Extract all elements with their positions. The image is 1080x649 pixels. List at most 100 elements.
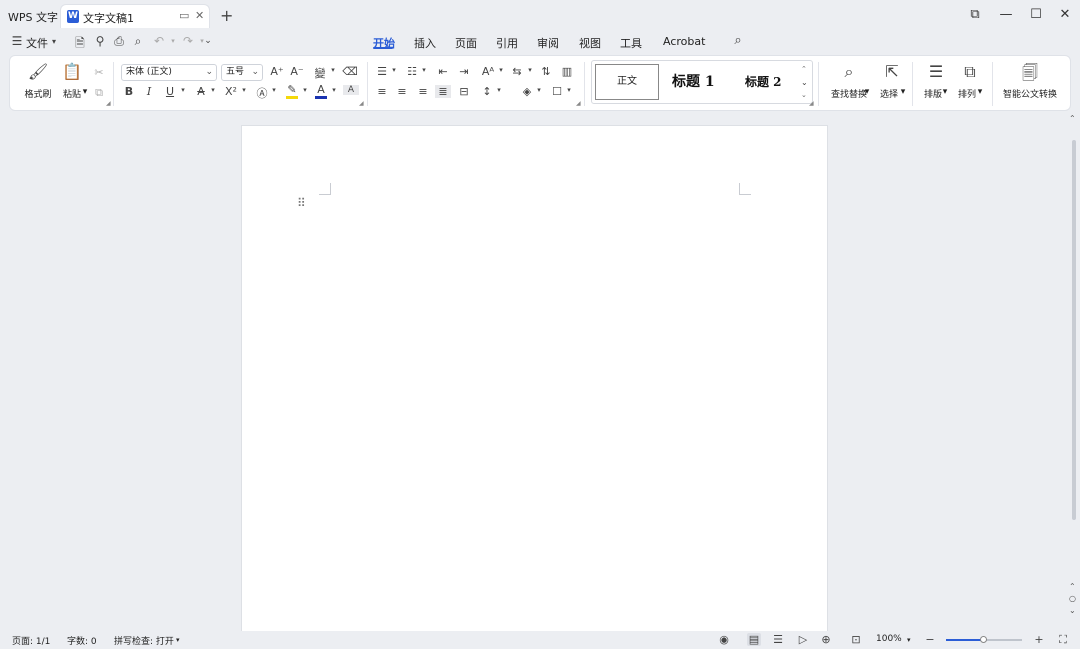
styles-expand-icon[interactable]: ⌄ <box>801 91 807 99</box>
next-page-icon[interactable]: ⌄ <box>1069 606 1076 615</box>
document-tab[interactable]: W 文字文稿1 ▭ ✕ <box>60 4 210 28</box>
chevron-down-icon[interactable]: ▾ <box>522 66 538 74</box>
select-cursor-icon[interactable]: ⇱ <box>880 62 904 81</box>
layout-icon[interactable]: ☰ <box>924 62 948 81</box>
decrease-indent-icon[interactable]: ⇤ <box>435 65 451 78</box>
style-heading-1[interactable]: 标题 1 <box>672 71 715 91</box>
fit-page-icon[interactable]: ⊡ <box>849 633 863 646</box>
tab-tools[interactable]: 工具 <box>620 35 642 51</box>
print-icon[interactable]: ⎙ <box>112 34 126 49</box>
spell-check-status[interactable]: 拼写检查: 打开 <box>114 634 174 647</box>
chevron-down-icon[interactable]: ▾ <box>941 87 949 97</box>
file-menu[interactable]: 文件 <box>26 35 48 51</box>
paste-icon[interactable]: 📋 <box>60 62 84 81</box>
justify-icon[interactable]: ≣ <box>435 85 451 98</box>
align-right-icon[interactable]: ≡ <box>415 85 431 98</box>
format-painter-icon[interactable]: 🖌 <box>26 62 50 81</box>
close-tab-icon[interactable]: ✕ <box>195 9 204 22</box>
paragraph-launcher-icon[interactable]: ◢ <box>576 100 581 107</box>
grow-font-icon[interactable]: A⁺ <box>269 65 285 78</box>
italic-icon[interactable]: I <box>141 85 157 98</box>
chevron-down-icon[interactable]: ▾ <box>976 87 984 97</box>
chevron-down-icon[interactable]: ▾ <box>266 86 282 94</box>
font-launcher-icon[interactable]: ◢ <box>359 100 364 107</box>
chevron-down-icon[interactable]: ▾ <box>236 86 252 94</box>
redo-icon[interactable]: ↷ <box>181 34 195 48</box>
paragraph-drag-handle-icon[interactable]: ⠿ <box>297 196 306 210</box>
chevron-down-icon[interactable]: ▾ <box>175 86 191 94</box>
distributed-align-icon[interactable]: ⊟ <box>456 85 472 98</box>
link-icon[interactable]: ⚲ <box>93 34 107 48</box>
chevron-down-icon[interactable]: ▾ <box>493 66 509 74</box>
chevron-down-icon[interactable]: ▾ <box>416 66 432 74</box>
columns-icon[interactable]: ▥ <box>559 65 575 78</box>
align-left-icon[interactable]: ≡ <box>374 85 390 98</box>
arrange-icon[interactable]: ⧉ <box>958 62 982 82</box>
fullscreen-icon[interactable]: ⛶ <box>1056 633 1070 647</box>
paste-dropdown-icon[interactable]: ▾ <box>81 87 89 97</box>
chevron-down-icon[interactable]: ▾ <box>205 86 221 94</box>
shrink-font-icon[interactable]: A⁻ <box>289 65 305 78</box>
vertical-scrollbar[interactable]: ⌃ ⌃ ○ ⌄ <box>1068 112 1080 632</box>
cut-icon[interactable]: ✂ <box>91 66 107 79</box>
close-window-icon[interactable]: ✕ <box>1055 7 1075 22</box>
window-layout-icon[interactable]: ⧉ <box>965 7 985 22</box>
chevron-down-icon[interactable]: ▾ <box>47 37 61 46</box>
tab-insert[interactable]: 插入 <box>414 35 436 51</box>
outline-view-icon[interactable]: ☰ <box>771 633 785 646</box>
maximize-icon[interactable]: ☐ <box>1026 7 1046 22</box>
clipboard-launcher-icon[interactable]: ◢ <box>106 100 111 107</box>
chevron-down-icon[interactable]: ▾ <box>907 636 911 644</box>
select-browse-object-icon[interactable]: ○ <box>1069 594 1076 603</box>
bold-icon[interactable]: B <box>121 85 137 98</box>
web-view-icon[interactable]: ⊕ <box>819 633 833 646</box>
styles-scroll-down-icon[interactable]: ⌄ <box>801 78 808 87</box>
style-heading-2[interactable]: 标题 2 <box>745 73 782 90</box>
tab-review[interactable]: 审阅 <box>537 35 559 51</box>
tab-page[interactable]: 页面 <box>455 35 477 51</box>
new-tab-button[interactable]: + <box>220 6 233 25</box>
align-center-icon[interactable]: ≡ <box>394 85 410 98</box>
chevron-down-icon[interactable]: ▾ <box>863 87 871 97</box>
search-icon[interactable]: ⌕ <box>731 33 745 48</box>
chevron-down-icon[interactable]: ▾ <box>899 87 907 97</box>
hamburger-menu-icon[interactable]: ☰ <box>10 34 24 48</box>
zoom-slider[interactable] <box>946 636 1022 643</box>
smart-convert-icon[interactable]: 🗐 <box>1018 62 1042 89</box>
chevron-down-icon[interactable]: ▾ <box>386 66 402 74</box>
clear-format-icon[interactable]: ⌫ <box>342 65 358 78</box>
font-size-select[interactable]: 五号 ⌄ <box>221 64 263 81</box>
format-painter-label[interactable]: 格式刷 <box>22 87 54 100</box>
chevron-down-icon[interactable]: ▾ <box>176 636 180 644</box>
document-page[interactable] <box>241 125 828 635</box>
app-name[interactable]: WPS 文字 <box>8 9 58 25</box>
tab-references[interactable]: 引用 <box>496 35 518 51</box>
tab-acrobat[interactable]: Acrobat <box>663 35 705 48</box>
previous-page-icon[interactable]: ⌃ <box>1069 582 1076 591</box>
page-indicator[interactable]: 页面: 1/1 <box>12 634 50 647</box>
sort-icon[interactable]: ⇅ <box>538 65 554 78</box>
character-shading-icon[interactable]: A <box>343 85 359 95</box>
scroll-up-icon[interactable]: ⌃ <box>1069 114 1076 123</box>
undo-icon[interactable]: ↶ <box>152 34 166 48</box>
print-preview-icon[interactable]: ⌕ <box>131 34 145 49</box>
chevron-down-icon[interactable]: ▾ <box>561 86 577 94</box>
chevron-down-icon[interactable]: ▾ <box>326 86 342 94</box>
copy-icon[interactable]: ⧉ <box>91 86 107 100</box>
page-view-icon[interactable]: ▤ <box>747 633 761 646</box>
style-normal[interactable]: 正文 <box>595 64 659 100</box>
tab-window-icon[interactable]: ▭ <box>179 9 189 22</box>
chevron-down-icon[interactable]: ▾ <box>531 86 547 94</box>
customize-toolbar-icon[interactable]: ⌄ <box>201 36 215 46</box>
find-replace-icon[interactable]: ⌕ <box>837 62 861 82</box>
play-icon[interactable]: ▷ <box>796 633 810 646</box>
styles-scroll-up-icon[interactable]: ⌃ <box>801 65 807 73</box>
chevron-down-icon[interactable]: ▾ <box>491 86 507 94</box>
scroll-thumb[interactable] <box>1072 140 1076 520</box>
eye-protection-icon[interactable]: ◉ <box>717 633 731 646</box>
tab-view[interactable]: 视图 <box>579 35 601 51</box>
font-name-select[interactable]: 宋体 (正文) ⌄ <box>121 64 217 81</box>
save-icon[interactable]: 🗎 <box>73 34 87 55</box>
smart-convert-label[interactable]: 智能公文转换 <box>1000 87 1060 100</box>
zoom-level[interactable]: 100% <box>876 634 902 644</box>
